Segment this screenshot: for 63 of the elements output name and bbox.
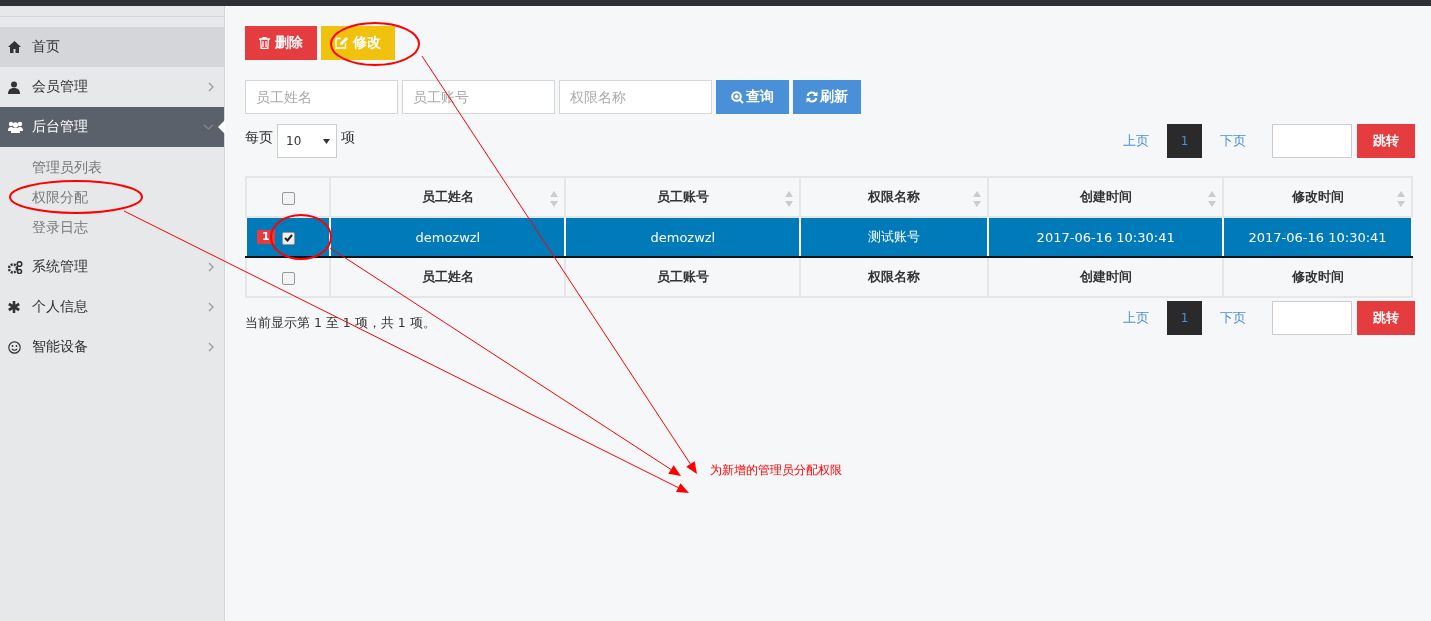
sidebar-item[interactable]: 智能设备 <box>0 327 224 367</box>
annotation-ellipse <box>270 214 332 260</box>
zoom-in-icon <box>731 90 744 104</box>
sidebar-item[interactable]: 后台管理 <box>0 107 224 147</box>
trash-icon <box>259 37 270 49</box>
table-cell: 2017-06-16 10:30:41 <box>1223 217 1412 257</box>
prev-page-link[interactable]: 上页 <box>1105 132 1167 150</box>
checkbox[interactable] <box>281 231 295 245</box>
caret-icon <box>323 138 330 144</box>
submenu-item[interactable]: 登录日志 <box>0 213 224 243</box>
asterisk-icon <box>8 301 20 313</box>
home-icon <box>8 41 21 53</box>
sidebar-item[interactable]: 会员管理 <box>0 67 224 107</box>
sidebar-item[interactable]: 个人信息 <box>0 287 224 327</box>
current-page[interactable]: 1 <box>1167 301 1202 335</box>
next-page-link[interactable]: 下页 <box>1202 132 1264 150</box>
user-icon <box>8 80 20 94</box>
table-cell: demozwzl <box>330 217 566 257</box>
column-footer: 员工姓名 <box>330 257 566 297</box>
per-page-label: 每页 <box>245 128 273 147</box>
filter-field[interactable]: 权限名称 <box>559 80 712 114</box>
table-cell: 测试账号 <box>800 217 989 257</box>
sidebar-item[interactable]: 首页 <box>0 27 224 67</box>
refresh-icon <box>806 91 818 103</box>
column-header[interactable]: 修改时间 <box>1223 177 1412 217</box>
current-page[interactable]: 1 <box>1167 124 1202 158</box>
submenu-item[interactable]: 权限分配 <box>0 183 224 213</box>
chevron-down-icon <box>203 124 214 130</box>
users-icon <box>8 121 23 133</box>
column-header[interactable]: 创建时间 <box>988 177 1224 217</box>
refresh-button[interactable]: 刷新 <box>793 80 861 114</box>
column-footer: 员工账号 <box>565 257 801 297</box>
filter-field[interactable]: 员工姓名 <box>245 80 398 114</box>
checkbox[interactable] <box>281 271 295 285</box>
column-header[interactable]: 员工账号 <box>565 177 801 217</box>
page-number-field[interactable] <box>1272 301 1352 335</box>
column-header[interactable]: 权限名称 <box>800 177 989 217</box>
edit-icon <box>335 37 348 49</box>
search-button[interactable]: 查询 <box>716 80 789 114</box>
table-cell: 2017-06-16 10:30:41 <box>988 217 1224 257</box>
sidebar-item[interactable]: 系统管理 <box>0 247 224 287</box>
column-footer: 创建时间 <box>988 257 1224 297</box>
smiley-icon <box>8 340 21 354</box>
chevron-right-icon <box>208 342 214 352</box>
annotation-text: 为新增的管理员分配权限 <box>710 462 842 479</box>
table-cell: demozwzl <box>565 217 801 257</box>
gears-icon <box>8 260 23 274</box>
next-page-link[interactable]: 下页 <box>1202 309 1264 327</box>
checkbox[interactable] <box>281 191 295 205</box>
items-label: 项 <box>341 128 355 147</box>
jump-button[interactable]: 跳转 <box>1357 124 1415 158</box>
column-footer: 权限名称 <box>800 257 989 297</box>
delete-button[interactable]: 删除 <box>245 26 317 60</box>
column-footer: 修改时间 <box>1223 257 1412 297</box>
chevron-right-icon <box>208 302 214 312</box>
column-header[interactable]: 员工姓名 <box>330 177 566 217</box>
page-number-field[interactable] <box>1272 124 1352 158</box>
page-size-dropdown[interactable]: 10 <box>277 124 337 158</box>
chevron-right-icon <box>208 82 214 92</box>
submenu-item[interactable]: 管理员列表 <box>0 153 224 183</box>
prev-page-link[interactable]: 上页 <box>1105 309 1167 327</box>
chevron-right-icon <box>208 262 214 272</box>
jump-button[interactable]: 跳转 <box>1357 301 1415 335</box>
